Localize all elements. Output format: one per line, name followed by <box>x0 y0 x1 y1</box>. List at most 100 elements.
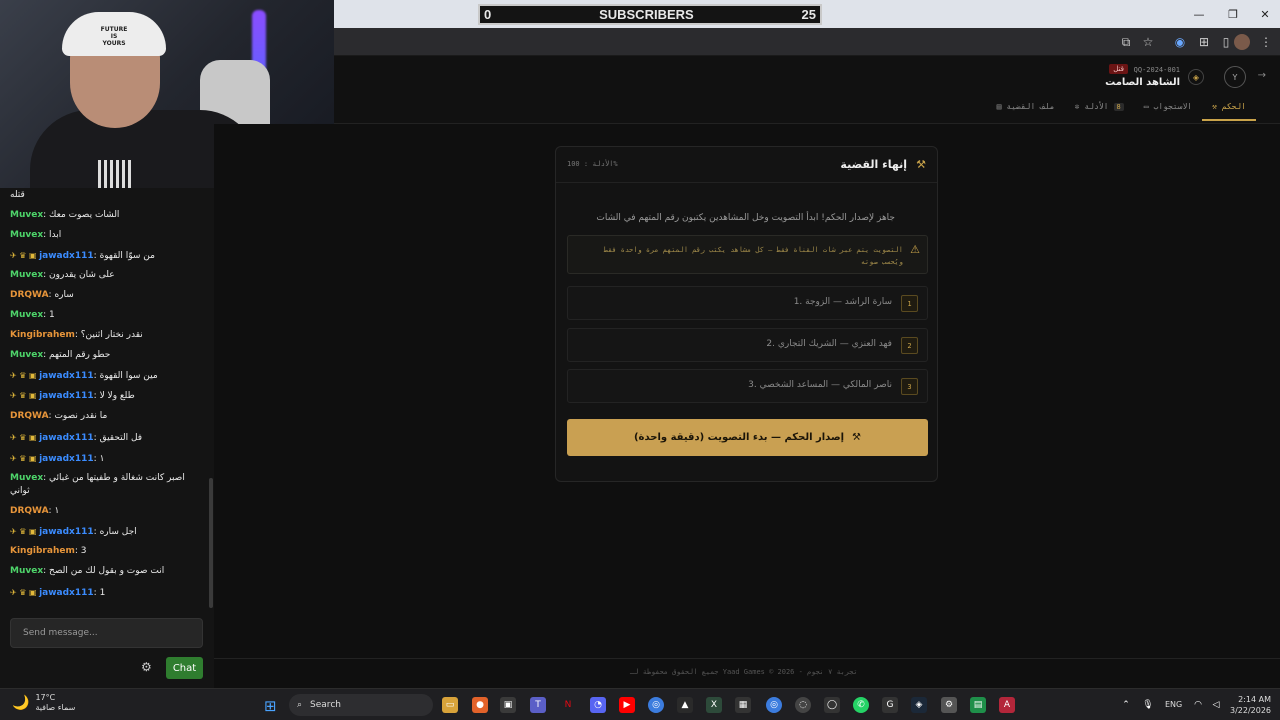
chat-username[interactable]: DRQWA <box>10 411 49 421</box>
chat-message: Muvex: ابدا <box>10 229 204 242</box>
bookmark-star-icon[interactable]: ☆ <box>1140 34 1156 50</box>
chat-settings-gear-icon[interactable]: ⚙ <box>141 660 152 674</box>
clock-time: 2:14 AM <box>1238 695 1272 704</box>
chat-username[interactable]: Muvex <box>10 310 43 320</box>
chat-username[interactable]: Muvex <box>10 350 43 360</box>
chat-message: Kingibrahem: 3 <box>10 545 204 558</box>
sidebar-icon[interactable]: ▯ <box>1218 34 1234 50</box>
chat-username[interactable]: Muvex <box>10 566 43 576</box>
minimize-button[interactable]: — <box>1182 0 1216 28</box>
chat-username[interactable]: Kingibrahem <box>10 330 75 340</box>
chat-message: ✈ ♛ ▣ jawadx111: من سوّا القهوة <box>10 249 204 263</box>
chat-scrollbar[interactable] <box>209 478 213 608</box>
wifi-icon[interactable]: ◠ <box>1190 697 1206 713</box>
chat-message: Kingibrahem: نقدر نختار اثنين؟ <box>10 329 204 342</box>
chat-username[interactable]: jawadx111 <box>39 527 94 537</box>
tab-verdict[interactable]: ⚒ الحكم <box>1202 98 1256 121</box>
weather-temp: 17°C <box>35 693 56 702</box>
terminal-icon[interactable]: X <box>706 697 722 713</box>
discord-icon[interactable]: ◔ <box>590 697 606 713</box>
chat-username[interactable]: DRQWA <box>10 506 49 516</box>
app-icon[interactable]: ● <box>472 697 488 713</box>
netflix-icon[interactable]: N <box>560 697 576 713</box>
cast-icon[interactable]: ⧉ <box>1118 34 1134 50</box>
chat-message: Muvex: 1 <box>10 309 204 322</box>
chrome-active-icon[interactable]: ◎ <box>766 697 782 713</box>
chat-username[interactable]: Kingibrahem <box>10 546 75 556</box>
chat-message: قتله <box>10 189 204 202</box>
send-message-input[interactable]: Send message... <box>10 618 203 648</box>
teams-icon[interactable]: T <box>530 697 546 713</box>
subscriber-count-left: 0 <box>484 7 492 22</box>
chat-username[interactable]: jawadx111 <box>39 251 94 261</box>
chat-username[interactable]: DRQWA <box>10 290 49 300</box>
chat-text: قتله <box>10 190 25 200</box>
menu-kebab-icon[interactable]: ⋮ <box>1258 34 1274 50</box>
language-indicator[interactable]: ENG <box>1165 700 1182 709</box>
chat-username[interactable]: jawadx111 <box>39 588 94 598</box>
chat-username[interactable]: jawadx111 <box>39 371 94 381</box>
close-window-button[interactable]: ✕ <box>1248 0 1280 28</box>
volume-icon[interactable]: ◁ <box>1208 697 1224 713</box>
suspect-item[interactable]: 3 3. ناصر المالكي — المساعد الشخصي <box>567 369 928 403</box>
settings-icon[interactable]: ⚙ <box>941 697 957 713</box>
app-icon[interactable]: ◌ <box>795 697 811 713</box>
taskbar-clock[interactable]: 2:14 AM 3/22/2026 <box>1230 694 1271 716</box>
sheets-icon[interactable]: ▤ <box>970 697 986 713</box>
profile-icon[interactable] <box>1234 34 1250 50</box>
chat-username[interactable]: Muvex <box>10 473 43 483</box>
gear-icon: ✲ <box>1074 102 1080 111</box>
steam-icon[interactable]: ◈ <box>911 697 927 713</box>
suspect-name: 3. ناصر المالكي — المساعد الشخصي <box>748 380 892 390</box>
app-icon[interactable]: ◯ <box>824 697 840 713</box>
chat-text: على شان يقدرون <box>49 270 115 280</box>
weather-widget[interactable]: 🌙 17°C سماء صافية <box>12 693 75 713</box>
suspect-item[interactable]: 2 2. فهد العنزي — الشريك التجاري <box>567 328 928 362</box>
chat-username[interactable]: jawadx111 <box>39 391 94 401</box>
chat-send-button[interactable]: Chat <box>166 657 203 679</box>
tab-interrogation[interactable]: ▭ الاستجواب <box>1134 98 1202 121</box>
chat-text: ١ <box>54 506 60 516</box>
avatar[interactable]: Y <box>1224 66 1246 88</box>
taskbar-search[interactable]: ⌕ Search <box>289 694 433 716</box>
back-arrow-icon[interactable]: → <box>1258 70 1266 81</box>
microphone-icon[interactable]: 🎙 <box>1140 697 1156 713</box>
case-title: الشاهد الصامت <box>1105 77 1180 88</box>
chat-badges-icon: ✈ ♛ ▣ <box>10 251 40 260</box>
tray-chevron-icon[interactable]: ⌃ <box>1118 697 1134 713</box>
gavel-icon: ⚒ <box>1212 102 1217 111</box>
start-voting-button[interactable]: إصدار الحكم — بدء التصويت (دقيقة واحدة) … <box>567 419 928 456</box>
suspect-item[interactable]: 1 1. سارة الراشد — الزوجة <box>567 286 928 320</box>
audio-icon[interactable]: ◉ <box>1172 34 1188 50</box>
warning-box: ⚠ التصويت يتم عبر شات القناة فقط — كل مش… <box>567 235 928 274</box>
chat-message: ✈ ♛ ▣ jawadx111: 1 <box>10 586 204 600</box>
app-icon[interactable]: ▲ <box>677 697 693 713</box>
case-type-badge: قتل <box>1109 64 1128 74</box>
suspect-name: 1. سارة الراشد — الزوجة <box>793 297 892 307</box>
file-explorer-icon[interactable]: ▭ <box>442 697 458 713</box>
chat-username[interactable]: jawadx111 <box>39 433 94 443</box>
chat-username[interactable]: Muvex <box>10 230 43 240</box>
chrome-icon[interactable]: ◎ <box>648 697 664 713</box>
chat-message: Muvex: حطو رقم المتهم <box>10 349 204 362</box>
store-icon[interactable]: ▣ <box>500 697 516 713</box>
maximize-button[interactable]: ❐ <box>1216 0 1250 28</box>
chat-username[interactable]: jawadx111 <box>39 454 94 464</box>
gavel-icon: ⚒ <box>916 158 926 171</box>
chat-username[interactable]: Muvex <box>10 270 43 280</box>
chat-text: ساره <box>54 290 74 300</box>
extensions-icon[interactable]: ⊞ <box>1196 34 1212 50</box>
tab-evidence[interactable]: ✲ الأدلة 8 <box>1065 98 1134 121</box>
chat-username[interactable]: Muvex <box>10 210 43 220</box>
app-icon[interactable]: G <box>882 697 898 713</box>
app-icon[interactable]: A <box>999 697 1015 713</box>
youtube-icon[interactable]: ▶ <box>619 697 635 713</box>
verdict-card: ⚒ إنهاء القضية الأدلة : 100% جاهز لإصدار… <box>555 146 938 482</box>
whatsapp-icon[interactable]: ✆ <box>853 697 869 713</box>
windows-start-icon[interactable]: ⊞ <box>264 697 277 715</box>
subscriber-label: SUBSCRIBERS <box>599 7 694 22</box>
tab-case-file[interactable]: ▤ ملف القضية <box>987 98 1065 121</box>
weather-text: 17°C سماء صافية <box>35 693 75 713</box>
chat-text: 3 <box>80 546 87 556</box>
app-icon[interactable]: ▦ <box>735 697 751 713</box>
